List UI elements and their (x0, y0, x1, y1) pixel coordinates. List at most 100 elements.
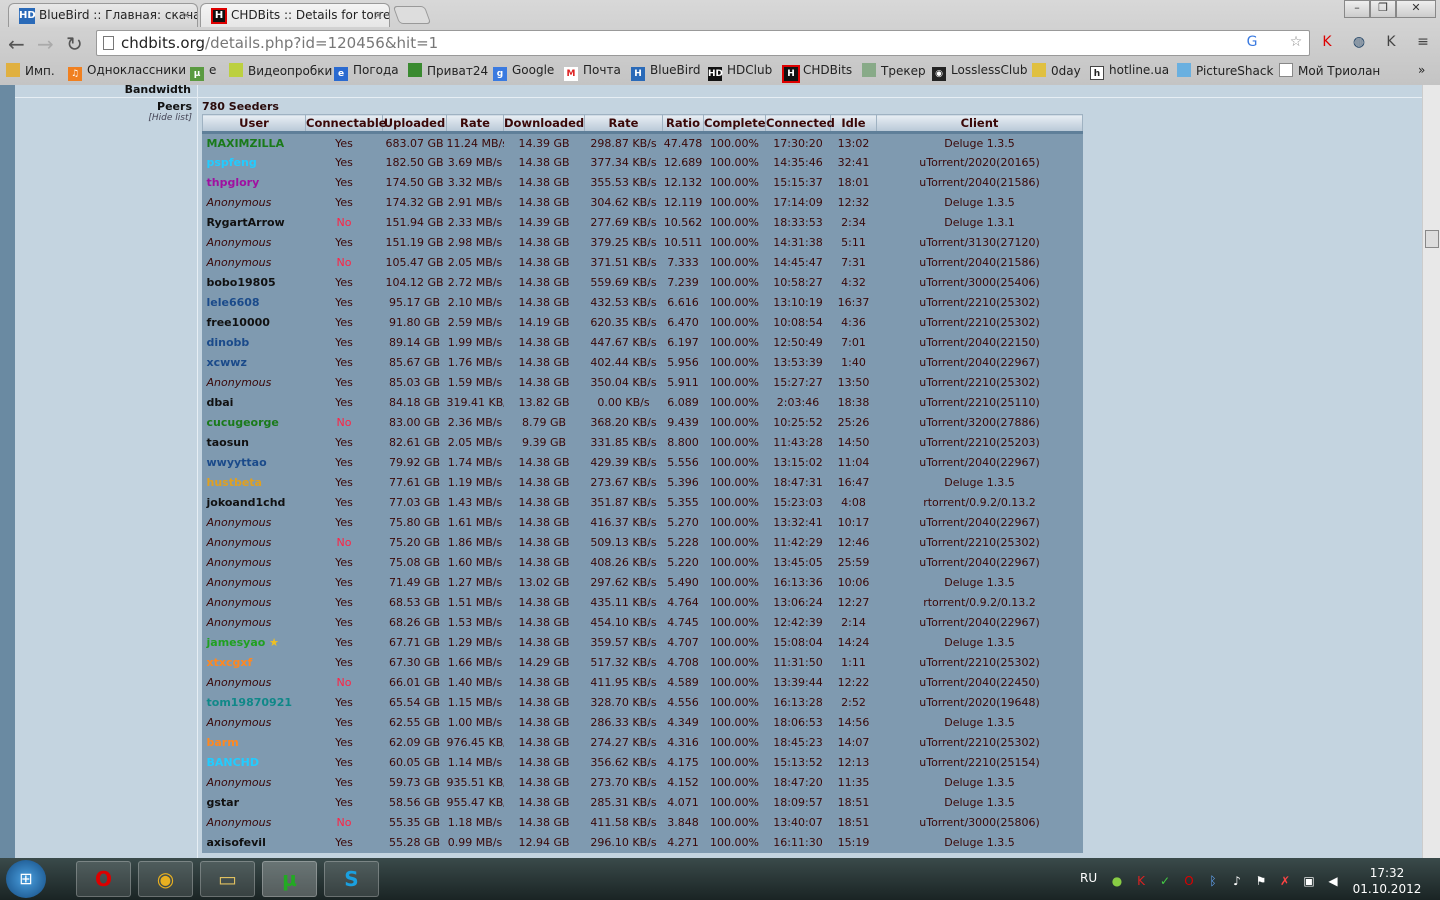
column-header[interactable]: Downloaded (503, 114, 585, 134)
cell-connectable: No (336, 416, 352, 429)
globe-icon[interactable]: ◍ (1350, 34, 1368, 52)
user-name[interactable]: wwyyttao (203, 453, 306, 473)
user-name[interactable]: bobo19805 (203, 273, 306, 293)
bookmark[interactable]: Трекер (862, 63, 926, 78)
bookmark[interactable]: Видеопробки (229, 63, 332, 78)
scrollbar-thumb[interactable] (1425, 230, 1439, 248)
bookmark[interactable]: HD HDClub (708, 63, 772, 81)
bookmark[interactable]: Мой Триолан (1279, 63, 1380, 78)
usb-tray-icon[interactable]: ✓ (1158, 874, 1172, 888)
user-name[interactable]: dinobb (203, 333, 306, 353)
user-name[interactable]: MAXIMZILLA (203, 133, 306, 153)
bookmark[interactable]: Имп. (6, 63, 55, 78)
volume-tray-icon[interactable]: ◀ (1326, 874, 1340, 888)
address-bar[interactable]: chdbits.org/details.php?id=120456&hit=1 (96, 30, 1310, 56)
tab-chdbits[interactable]: H CHDBits :: Details for torrer × (200, 3, 390, 27)
bookmark[interactable]: ◉ LosslessClub (932, 63, 1027, 81)
vertical-scrollbar[interactable] (1422, 85, 1440, 858)
bookmark[interactable]: 0day (1032, 63, 1081, 78)
cell-rate: 1.59 MB/s (447, 376, 503, 389)
cell-rate: 368.20 KB/s (590, 416, 657, 429)
user-name[interactable]: free10000 (203, 313, 306, 333)
bluetooth-tray-icon[interactable]: ᛒ (1206, 874, 1220, 888)
network-tray-icon[interactable]: ▣ (1302, 874, 1316, 888)
back-icon[interactable]: ← (8, 32, 25, 56)
clock[interactable]: 17:32 01.10.2012 (1352, 865, 1422, 897)
user-name[interactable]: jokoand1chd (203, 493, 306, 513)
cell-uploaded: 71.49 GB (388, 576, 441, 589)
close-window-button[interactable]: ✕ (1396, 0, 1436, 18)
user-name[interactable]: BANCHD (203, 753, 306, 773)
user-name[interactable]: lele6608 (203, 293, 306, 313)
bookmark[interactable]: h hotline.ua (1090, 63, 1169, 80)
bookmark[interactable]: Приват24 (408, 63, 488, 78)
menu-icon[interactable]: ≡ (1414, 34, 1432, 52)
star-icon[interactable]: ☆ (1287, 34, 1305, 52)
user-name[interactable]: cucugeorge (203, 413, 306, 433)
music-tray-icon[interactable]: ♪ (1230, 874, 1244, 888)
tab-bluebird[interactable]: HD BlueBird :: Главная: скачат × (8, 3, 198, 27)
column-header[interactable]: Connectable (305, 114, 387, 134)
taskbar-skype[interactable]: S (324, 861, 379, 897)
taskbar-chrome[interactable]: ◉ (138, 861, 193, 897)
close-tab-icon[interactable]: × (181, 8, 191, 22)
language-indicator[interactable]: RU (1080, 871, 1097, 885)
column-header[interactable]: Idle (830, 114, 877, 134)
bookmark[interactable]: ♫ Одноклассники (68, 63, 186, 81)
column-header[interactable]: Rate (446, 114, 504, 134)
forward-icon[interactable]: → (37, 32, 54, 56)
taskbar-utorrent[interactable]: µ (262, 861, 317, 897)
cell-downloaded: 14.38 GB (518, 496, 570, 509)
bookmark[interactable]: PictureShack (1177, 63, 1273, 78)
user-name[interactable]: barm (203, 733, 306, 753)
maximize-button[interactable]: ❐ (1370, 0, 1396, 18)
column-header[interactable]: Complete (703, 114, 766, 134)
more-bookmarks-icon[interactable]: » (1418, 63, 1425, 77)
power-tray-icon[interactable]: ✗ (1278, 874, 1292, 888)
cell-uploaded: 60.05 GB (388, 756, 441, 769)
user-name[interactable]: xtxcgxf (203, 653, 306, 673)
user-name[interactable]: gstar (203, 793, 306, 813)
new-tab-button[interactable] (392, 6, 432, 24)
user-name[interactable]: taosun (203, 433, 306, 453)
cell-rate: 2.05 MB/s (447, 436, 503, 449)
cell-idle: 1:11 (841, 656, 866, 669)
user-name[interactable]: RygartArrow (203, 213, 306, 233)
cell-connected: 11:42:29 (773, 536, 823, 549)
bookmark[interactable]: g Google (493, 63, 554, 81)
user-name[interactable]: pspfeng (203, 153, 306, 173)
bookmark[interactable]: H CHDBits (782, 63, 852, 83)
column-header[interactable]: Client (876, 114, 1083, 134)
start-button[interactable]: ⊞ (6, 860, 46, 898)
translate-icon[interactable]: G (1243, 34, 1261, 52)
cell-connected: 18:33:53 (773, 216, 823, 229)
user-name[interactable]: axisofevil (203, 833, 306, 853)
column-header[interactable]: User (202, 114, 306, 134)
flag-tray-icon[interactable]: ⚑ (1254, 874, 1268, 888)
bookmark[interactable]: H BlueBird (631, 63, 700, 81)
kaspersky-icon[interactable]: K (1318, 34, 1336, 52)
hide-list-link[interactable]: [Hide list] (15, 113, 192, 123)
taskbar-explorer[interactable]: ▭ (200, 861, 255, 897)
bookmark[interactable]: M Почта (564, 63, 621, 81)
column-header[interactable]: Rate (584, 114, 663, 134)
reload-icon[interactable]: ↻ (66, 32, 83, 56)
extension-icon[interactable]: K (1382, 34, 1400, 52)
taskbar-opera[interactable]: O (76, 861, 131, 897)
column-header[interactable]: Ratio (662, 114, 704, 134)
opera-tray-icon[interactable]: O (1182, 874, 1196, 888)
bookmark[interactable]: e Погода (334, 63, 399, 81)
column-header[interactable]: Connected (765, 114, 835, 134)
user-name[interactable]: dbai (203, 393, 306, 413)
user-name[interactable]: jamesyao ★ (203, 633, 306, 653)
user-name[interactable]: thpglory (203, 173, 306, 193)
icq-tray-icon[interactable]: ● (1110, 874, 1124, 888)
user-name[interactable]: tom19870921 (203, 693, 306, 713)
kaspersky-tray-icon[interactable]: K (1134, 874, 1148, 888)
column-header[interactable]: Uploaded (382, 114, 447, 134)
user-name[interactable]: xcwwz (203, 353, 306, 373)
close-tab-icon[interactable]: × (373, 8, 383, 22)
user-name[interactable]: hustbeta (203, 473, 306, 493)
bookmark[interactable]: µe (190, 63, 216, 81)
minimize-button[interactable]: – (1344, 0, 1370, 18)
